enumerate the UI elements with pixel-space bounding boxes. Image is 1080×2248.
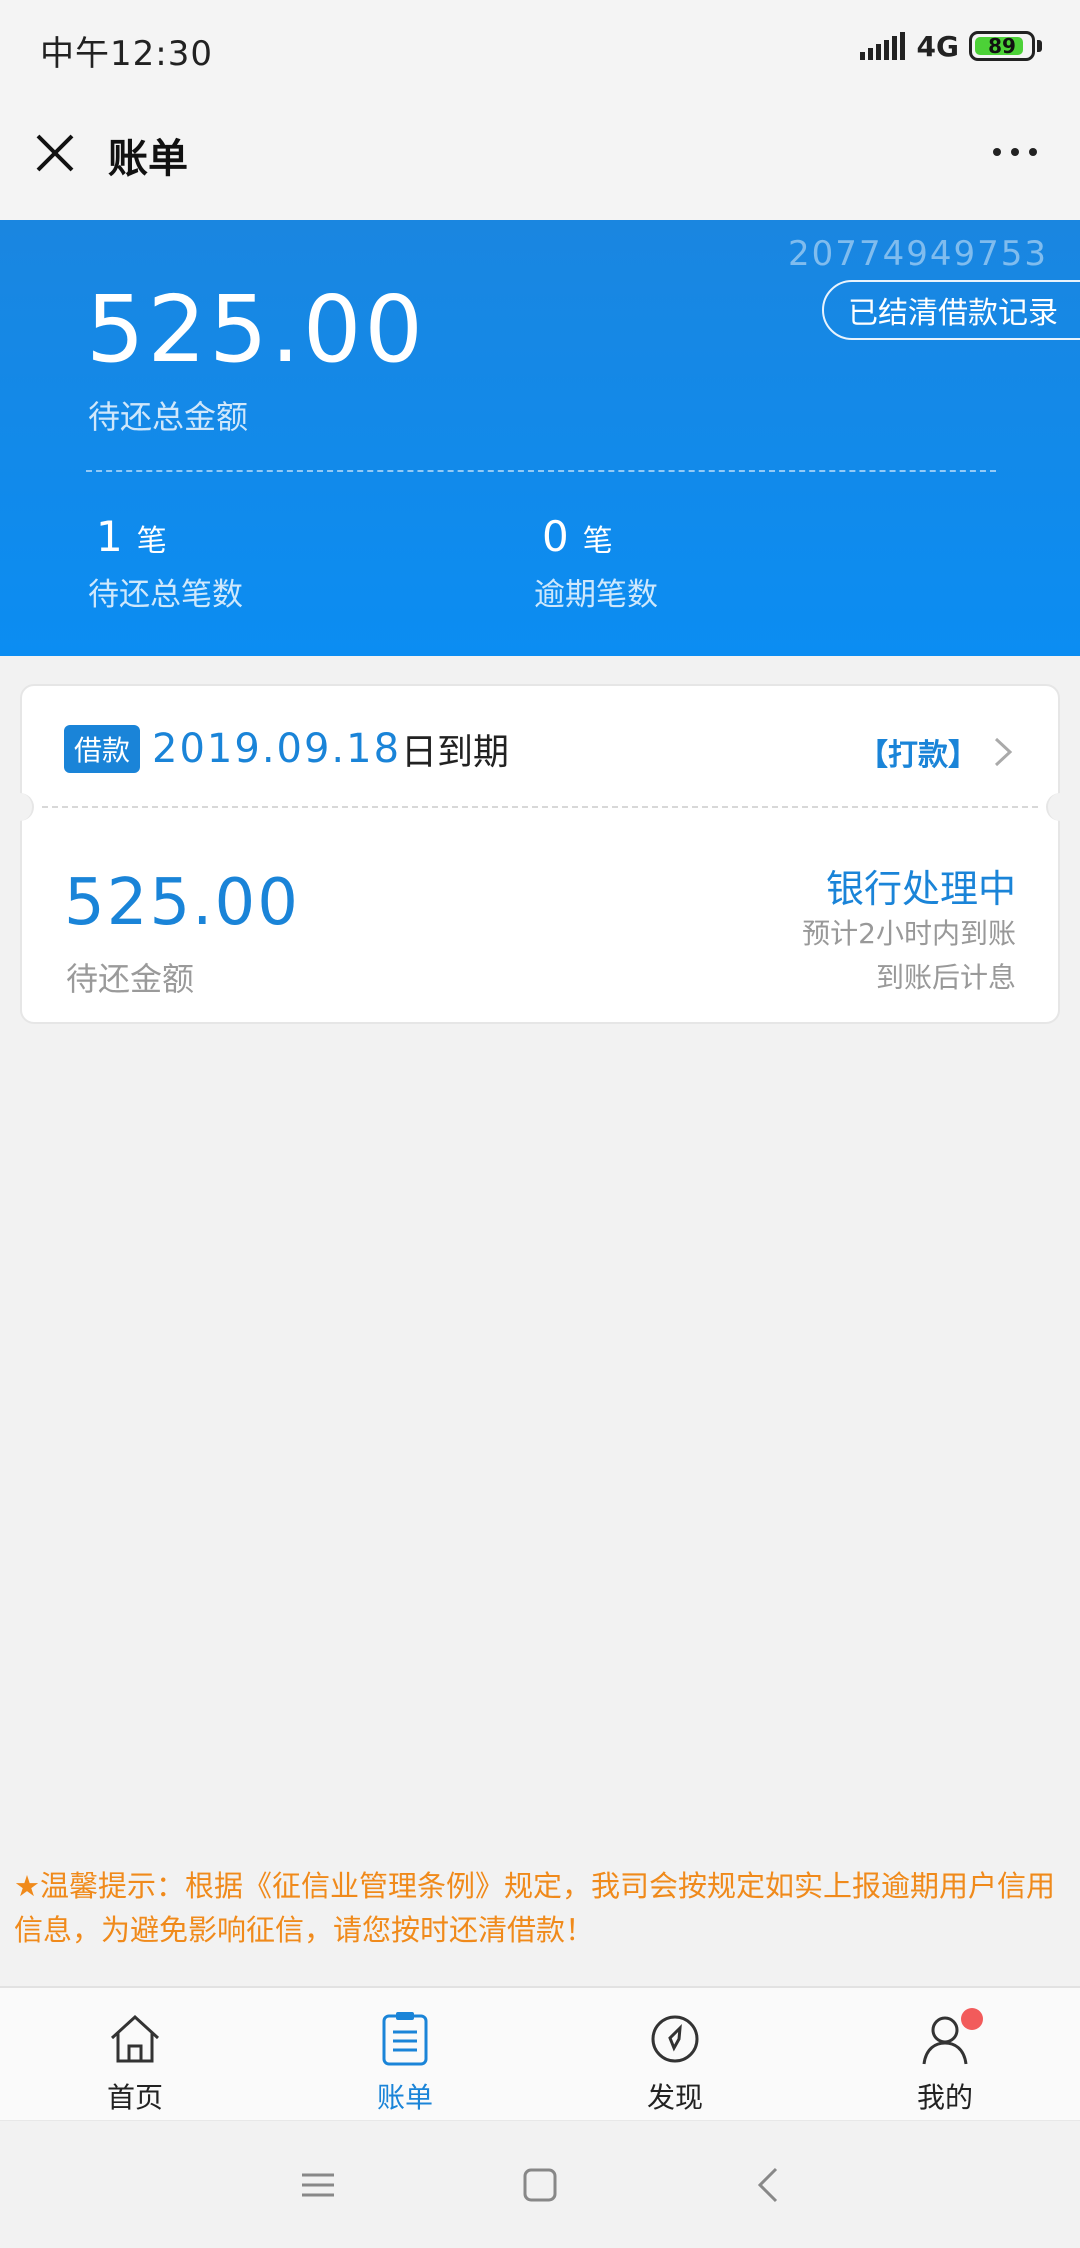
- battery-tip: [1037, 40, 1042, 52]
- more-options-button[interactable]: [980, 132, 1050, 172]
- more-dot-icon: [1029, 148, 1037, 156]
- tab-label: 首页: [106, 2081, 163, 2114]
- system-navigation: [0, 2120, 1080, 2248]
- more-dot-icon: [993, 148, 1001, 156]
- chevron-right-icon: [994, 737, 1013, 767]
- settled-records-button[interactable]: 已结清借款记录: [822, 280, 1080, 340]
- bill-card[interactable]: 借款 2019.09.18 日到期 【打款】 525.00 待还金额 银行处理中…: [6, 684, 1074, 1024]
- overdue-count-stat: 0笔 逾期笔数: [534, 512, 658, 614]
- overdue-count-unit: 笔: [582, 524, 613, 559]
- tab-home[interactable]: 首页: [0, 1988, 270, 2120]
- tab-discover[interactable]: 发现: [540, 1988, 810, 2120]
- status-time: 中午12:30: [40, 34, 213, 74]
- tab-label: 发现: [646, 2081, 703, 2114]
- page-title: 账单: [108, 136, 188, 182]
- card-notch: [1046, 793, 1074, 821]
- due-date: 2019.09.18: [152, 726, 402, 772]
- network-type: 4G: [916, 29, 959, 63]
- compass-icon: [651, 2015, 699, 2063]
- pending-count-label: 待还总笔数: [88, 577, 243, 613]
- battery-level: 89: [988, 34, 1016, 58]
- bill-note-arrival: 预计2小时内到账: [802, 917, 1016, 950]
- card-divider: [42, 806, 1038, 808]
- total-amount-label: 待还总金额: [88, 398, 249, 436]
- tab-bill[interactable]: 账单: [270, 1988, 540, 2120]
- tab-label: 我的: [916, 2081, 973, 2114]
- home-square-icon[interactable]: [520, 2165, 560, 2205]
- tab-mine[interactable]: 我的: [810, 1988, 1080, 2120]
- status-bar: 中午12:30 4G 89: [0, 0, 1080, 92]
- overdue-count-label: 逾期笔数: [534, 577, 658, 613]
- order-number: 20774949753: [788, 234, 1048, 274]
- pending-count-value: 1: [96, 512, 123, 561]
- bill-action-label: 【打款】: [858, 738, 978, 773]
- title-bar: 账单: [0, 92, 1080, 220]
- bill-note-interest: 到账后计息: [875, 961, 1016, 994]
- overdue-count-value: 0: [542, 512, 569, 561]
- tab-label: 账单: [376, 2081, 433, 2114]
- bill-detail-link[interactable]: 【打款】: [858, 730, 1016, 774]
- summary-panel: 20774949753 525.00 待还总金额 已结清借款记录 1笔 待还总笔…: [0, 220, 1080, 656]
- pending-count-stat: 1笔 待还总笔数: [88, 512, 243, 614]
- loan-tag: 借款: [64, 725, 141, 773]
- due-suffix: 日到期: [401, 732, 510, 773]
- signal-icon: [859, 32, 905, 60]
- close-button[interactable]: [30, 128, 80, 178]
- warm-tip: ★温馨提示：根据《征信业管理条例》规定，我司会按规定如实上报逾期用户信用信息，为…: [14, 1869, 1055, 1947]
- bill-icon: [382, 2012, 428, 2066]
- bill-amount: 525.00: [64, 866, 300, 940]
- total-amount: 525.00: [86, 276, 426, 383]
- home-icon: [110, 2014, 160, 2063]
- bill-due-row: 借款 2019.09.18 日到期: [64, 724, 509, 774]
- card-notch: [6, 793, 34, 821]
- more-dot-icon: [1011, 148, 1019, 156]
- battery-icon: 89: [969, 31, 1035, 61]
- bill-status: 银行处理中: [825, 867, 1016, 911]
- back-icon[interactable]: [750, 2165, 790, 2205]
- tab-bar: 首页 账单 发现 我的: [0, 1986, 1080, 2120]
- divider: [86, 470, 996, 472]
- status-icons: 4G 89: [859, 28, 1042, 64]
- pending-count-unit: 笔: [136, 524, 167, 559]
- menu-icon[interactable]: [298, 2165, 338, 2205]
- bill-amount-label: 待还金额: [66, 960, 195, 998]
- close-icon: [36, 134, 74, 172]
- notification-badge: [961, 2008, 983, 2030]
